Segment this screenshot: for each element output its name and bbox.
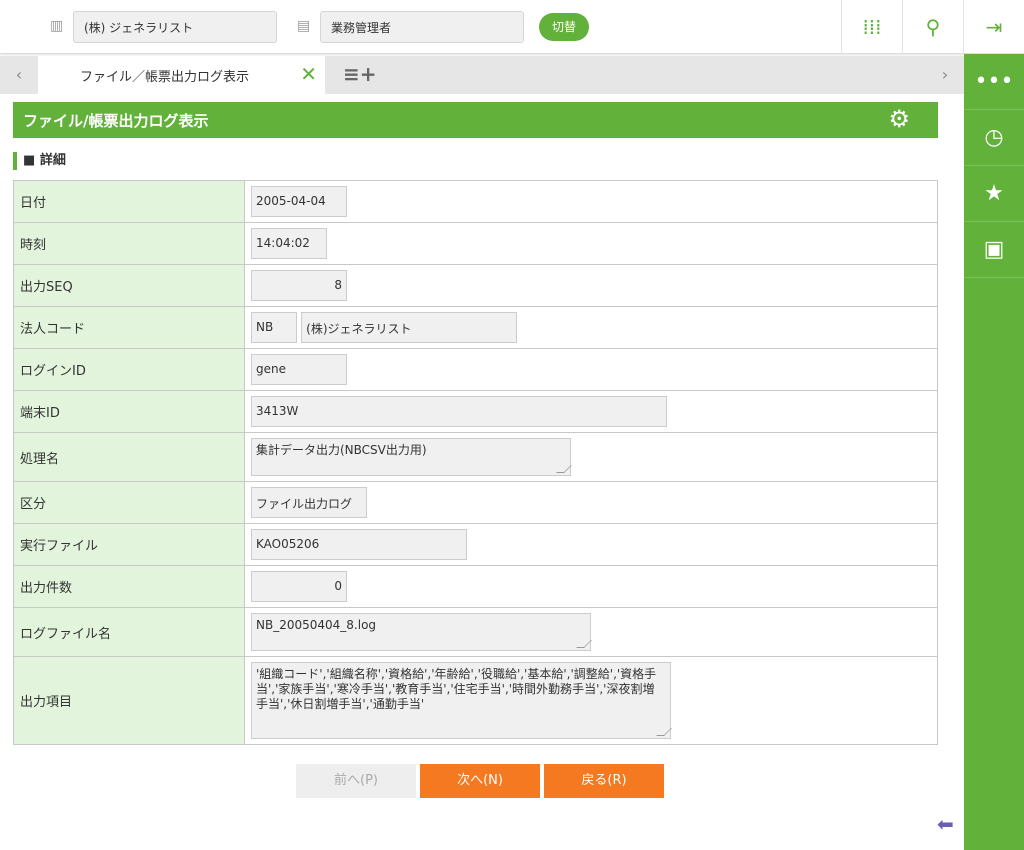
building-icon: ▥ xyxy=(50,18,64,34)
category-field[interactable]: ファイル出力ログ xyxy=(251,487,367,518)
process-name-field[interactable]: 集計データ出力(NBCSV出力用) xyxy=(251,438,571,476)
role-field[interactable]: 業務管理者 xyxy=(320,11,524,43)
time-field[interactable]: 14:04:02 xyxy=(251,228,327,259)
table-row: ログインID gene xyxy=(13,348,938,391)
label-time: 時刻 xyxy=(13,222,245,265)
add-tab-icon[interactable]: ≡+ xyxy=(343,62,377,86)
more-icon[interactable]: ••• xyxy=(964,54,1024,110)
label-category: 区分 xyxy=(13,481,245,524)
table-row: 出力SEQ 8 xyxy=(13,264,938,307)
table-row: 端末ID 3413W xyxy=(13,390,938,433)
page-title-bar: ファイル/帳票出力ログ表示 ⚙ xyxy=(13,102,938,138)
date-field[interactable]: 2005-04-04 xyxy=(251,186,347,217)
page-title: ファイル/帳票出力ログ表示 xyxy=(23,112,209,130)
inbox-icon[interactable]: ▣ xyxy=(964,222,1024,278)
table-row: 日付 2005-04-04 xyxy=(13,180,938,223)
seq-field[interactable]: 8 xyxy=(251,270,347,301)
label-count: 出力件数 xyxy=(13,565,245,608)
corp-code-field[interactable]: NB xyxy=(251,312,297,343)
search-icon[interactable]: ⚲ xyxy=(902,0,963,54)
table-row: 区分 ファイル出力ログ xyxy=(13,481,938,524)
terminal-id-field[interactable]: 3413W xyxy=(251,396,667,427)
label-logfile: ログファイル名 xyxy=(13,607,245,657)
section-title: ■ 詳細 xyxy=(13,152,66,170)
label-corp: 法人コード xyxy=(13,306,245,349)
exec-file-field[interactable]: KAO05206 xyxy=(251,529,467,560)
label-terminal: 端末ID xyxy=(13,390,245,433)
history-icon[interactable]: ◷ xyxy=(964,110,1024,166)
clipboard-icon: ▤ xyxy=(297,18,311,34)
label-seq: 出力SEQ xyxy=(13,264,245,307)
logfile-field[interactable]: NB_20050404_8.log xyxy=(251,613,591,651)
collapse-arrow-icon[interactable]: ⬅ xyxy=(937,812,954,836)
output-items-field[interactable]: '組織コード','組織名称','資格給','年齢給','役職給','基本給','… xyxy=(251,662,671,739)
table-row: 時刻 14:04:02 xyxy=(13,222,938,265)
top-bar: ▥ (株) ジェネラリスト ▤ 業務管理者 切替 ⁞⁞⁞ ⚲ ⇥ xyxy=(0,0,1024,54)
tab-bar: ‹ ファイル／帳票出力ログ表示 ✕ ≡+ › xyxy=(0,56,964,94)
table-row: 出力項目 '組織コード','組織名称','資格給','年齢給','役職給','基本… xyxy=(13,656,938,745)
gear-icon[interactable]: ⚙ xyxy=(888,105,910,133)
right-sidebar: ••• ◷ ★ ▣ xyxy=(964,54,1024,850)
tab-file-log[interactable]: ファイル／帳票出力ログ表示 ✕ xyxy=(38,56,325,94)
table-row: ログファイル名 NB_20050404_8.log xyxy=(13,607,938,657)
detail-table: 日付 2005-04-04 時刻 14:04:02 出力SEQ 8 法人コード NB (… xyxy=(13,180,938,745)
tab-next-icon[interactable]: › xyxy=(926,56,964,94)
label-exec-file: 実行ファイル xyxy=(13,523,245,566)
login-id-field[interactable]: gene xyxy=(251,354,347,385)
next-button[interactable]: 次へ(N) xyxy=(420,764,540,798)
label-date: 日付 xyxy=(13,180,245,223)
close-icon[interactable]: ✕ xyxy=(300,62,317,86)
section-title-text: 詳細 xyxy=(39,153,66,168)
logout-icon[interactable]: ⇥ xyxy=(963,0,1024,54)
label-items: 出力項目 xyxy=(13,656,245,745)
label-process: 処理名 xyxy=(13,432,245,482)
table-row: 処理名 集計データ出力(NBCSV出力用) xyxy=(13,432,938,482)
tab-label: ファイル／帳票出力ログ表示 xyxy=(80,70,250,85)
table-row: 法人コード NB (株)ジェネラリスト xyxy=(13,306,938,349)
table-row: 出力件数 0 xyxy=(13,565,938,608)
label-login: ログインID xyxy=(13,348,245,391)
prev-button[interactable]: 前へ(P) xyxy=(296,764,416,798)
back-button[interactable]: 戻る(R) xyxy=(544,764,664,798)
corp-name-field[interactable]: (株)ジェネラリスト xyxy=(301,312,518,343)
star-icon[interactable]: ★ xyxy=(964,166,1024,222)
company-field[interactable]: (株) ジェネラリスト xyxy=(73,11,277,43)
tab-prev-icon[interactable]: ‹ xyxy=(0,56,38,94)
table-row: 実行ファイル KAO05206 xyxy=(13,523,938,566)
count-field[interactable]: 0 xyxy=(251,571,347,602)
apps-grid-icon[interactable]: ⁞⁞⁞ xyxy=(841,0,902,54)
switch-button[interactable]: 切替 xyxy=(539,13,589,41)
